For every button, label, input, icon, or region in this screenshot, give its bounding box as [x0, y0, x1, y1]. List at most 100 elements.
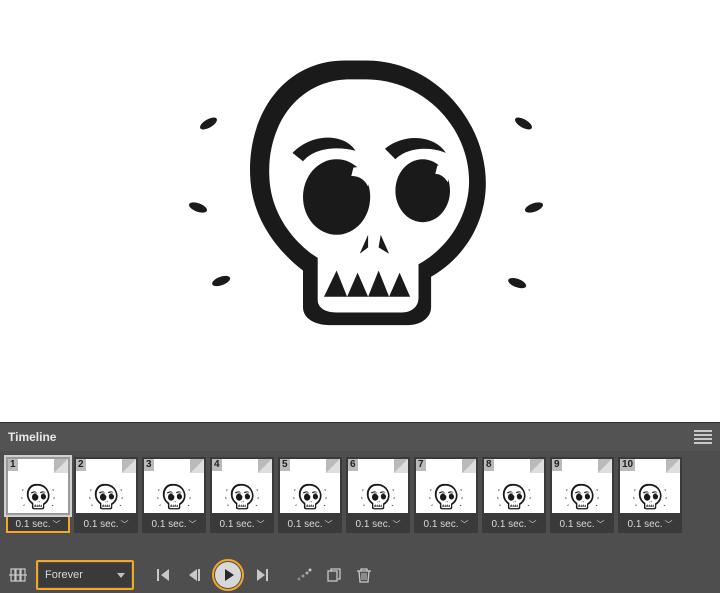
- frame-number: 10: [620, 459, 635, 471]
- frame-thumbnail[interactable]: 8: [482, 457, 546, 515]
- frame-9[interactable]: 9 0.1 sec.﹀: [550, 457, 614, 557]
- frame-art: [564, 477, 600, 517]
- frame-delay-selector[interactable]: 0.1 sec.﹀: [482, 515, 546, 533]
- frame-art: [224, 477, 260, 517]
- play-highlight: [212, 559, 244, 591]
- frame-delay-selector[interactable]: 0.1 sec.﹀: [210, 515, 274, 533]
- frame-6[interactable]: 6 0.1 sec.﹀: [346, 457, 410, 557]
- frame-4[interactable]: 4 0.1 sec.﹀: [210, 457, 274, 557]
- dogear-icon: [258, 459, 272, 473]
- convert-timeline-button[interactable]: [6, 563, 30, 587]
- frame-delay-selector[interactable]: 0.1 sec.﹀: [414, 515, 478, 533]
- frame-delay-selector[interactable]: 0.1 sec.﹀: [550, 515, 614, 533]
- dogear-icon: [530, 459, 544, 473]
- flyout-menu-icon[interactable]: [694, 430, 712, 444]
- loop-select[interactable]: Forever: [39, 563, 131, 587]
- frame-thumbnail[interactable]: 1: [6, 457, 70, 515]
- dogear-icon: [394, 459, 408, 473]
- frame-number: 6: [348, 459, 358, 471]
- chevron-down-icon: [117, 573, 125, 578]
- frame-delay-label: 0.1 sec.: [559, 519, 594, 530]
- frame-art: [20, 477, 56, 517]
- frame-8[interactable]: 8 0.1 sec.﹀: [482, 457, 546, 557]
- frame-number: 3: [144, 459, 154, 471]
- chevron-down-icon: ﹀: [461, 519, 469, 530]
- chevron-down-icon: ﹀: [393, 519, 401, 530]
- frame-thumbnail[interactable]: 4: [210, 457, 274, 515]
- frame-delay-selector[interactable]: 0.1 sec.﹀: [278, 515, 342, 533]
- frame-thumbnail[interactable]: 6: [346, 457, 410, 515]
- dogear-icon: [666, 459, 680, 473]
- chevron-down-icon: ﹀: [597, 519, 605, 530]
- dogear-icon: [122, 459, 136, 473]
- frame-10[interactable]: 10 0.1 sec.﹀: [618, 457, 682, 557]
- frame-number: 5: [280, 459, 290, 471]
- chevron-down-icon: ﹀: [257, 519, 265, 530]
- frame-delay-label: 0.1 sec.: [15, 519, 50, 530]
- frame-art: [496, 477, 532, 517]
- frame-delay-label: 0.1 sec.: [355, 519, 390, 530]
- frame-2[interactable]: 2 0.1 sec.﹀: [74, 457, 138, 557]
- frame-thumbnail[interactable]: 3: [142, 457, 206, 515]
- dogear-icon: [462, 459, 476, 473]
- frame-delay-label: 0.1 sec.: [287, 519, 322, 530]
- dogear-icon: [190, 459, 204, 473]
- frame-delay-label: 0.1 sec.: [151, 519, 186, 530]
- chevron-down-icon: ﹀: [121, 519, 129, 530]
- previous-frame-button[interactable]: [182, 563, 206, 587]
- canvas-preview: [0, 0, 720, 422]
- frame-delay-selector[interactable]: 0.1 sec.﹀: [142, 515, 206, 533]
- play-icon: [225, 569, 234, 581]
- frame-delay-selector[interactable]: 0.1 sec.﹀: [618, 515, 682, 533]
- frame-delay-selector[interactable]: 0.1 sec.﹀: [74, 515, 138, 533]
- frame-thumbnail[interactable]: 5: [278, 457, 342, 515]
- frame-number: 7: [416, 459, 426, 471]
- frames-row: 10.1 sec.﹀20.1 sec.﹀30.1 sec.﹀40.1 sec.﹀…: [0, 451, 720, 557]
- frame-7[interactable]: 7 0.1 sec.﹀: [414, 457, 478, 557]
- frame-delay-label: 0.1 sec.: [423, 519, 458, 530]
- duplicate-frame-button[interactable]: [322, 563, 346, 587]
- chevron-down-icon: ﹀: [665, 519, 673, 530]
- next-frame-button[interactable]: [250, 563, 274, 587]
- frame-thumbnail[interactable]: 7: [414, 457, 478, 515]
- frame-number: 1: [8, 459, 18, 471]
- timeline-panel: Timeline 10.1 sec.﹀20.1 sec.﹀30.1 sec.﹀4…: [0, 422, 720, 588]
- frame-3[interactable]: 3 0.1 sec.﹀: [142, 457, 206, 557]
- frame-art: [360, 477, 396, 517]
- frame-1[interactable]: 1 0.1 sec.﹀: [6, 457, 70, 557]
- tween-button[interactable]: [292, 563, 316, 587]
- chevron-down-icon: ﹀: [53, 519, 61, 530]
- loop-highlight: Forever: [36, 560, 134, 590]
- frame-art: [156, 477, 192, 517]
- frame-delay-label: 0.1 sec.: [491, 519, 526, 530]
- frame-number: 9: [552, 459, 562, 471]
- frame-art: [632, 477, 668, 517]
- frame-art: [428, 477, 464, 517]
- dogear-icon: [54, 459, 68, 473]
- frame-delay-label: 0.1 sec.: [627, 519, 662, 530]
- loop-label: Forever: [45, 569, 83, 581]
- delete-frame-button[interactable]: [352, 563, 376, 587]
- chevron-down-icon: ﹀: [529, 519, 537, 530]
- frame-number: 2: [76, 459, 86, 471]
- frame-delay-selector[interactable]: 0.1 sec.﹀: [6, 515, 70, 533]
- frame-number: 4: [212, 459, 222, 471]
- frame-art: [88, 477, 124, 517]
- frame-delay-label: 0.1 sec.: [219, 519, 254, 530]
- chevron-down-icon: ﹀: [189, 519, 197, 530]
- frame-thumbnail[interactable]: 10: [618, 457, 682, 515]
- chevron-down-icon: ﹀: [325, 519, 333, 530]
- frame-thumbnail[interactable]: 9: [550, 457, 614, 515]
- play-button[interactable]: [215, 562, 241, 588]
- first-frame-button[interactable]: [152, 563, 176, 587]
- frame-art: [292, 477, 328, 517]
- timeline-header: Timeline: [0, 423, 720, 451]
- frame-number: 8: [484, 459, 494, 471]
- frame-5[interactable]: 5 0.1 sec.﹀: [278, 457, 342, 557]
- dogear-icon: [326, 459, 340, 473]
- frame-thumbnail[interactable]: 2: [74, 457, 138, 515]
- frame-delay-label: 0.1 sec.: [83, 519, 118, 530]
- dogear-icon: [598, 459, 612, 473]
- timeline-title: Timeline: [8, 430, 56, 444]
- frame-delay-selector[interactable]: 0.1 sec.﹀: [346, 515, 410, 533]
